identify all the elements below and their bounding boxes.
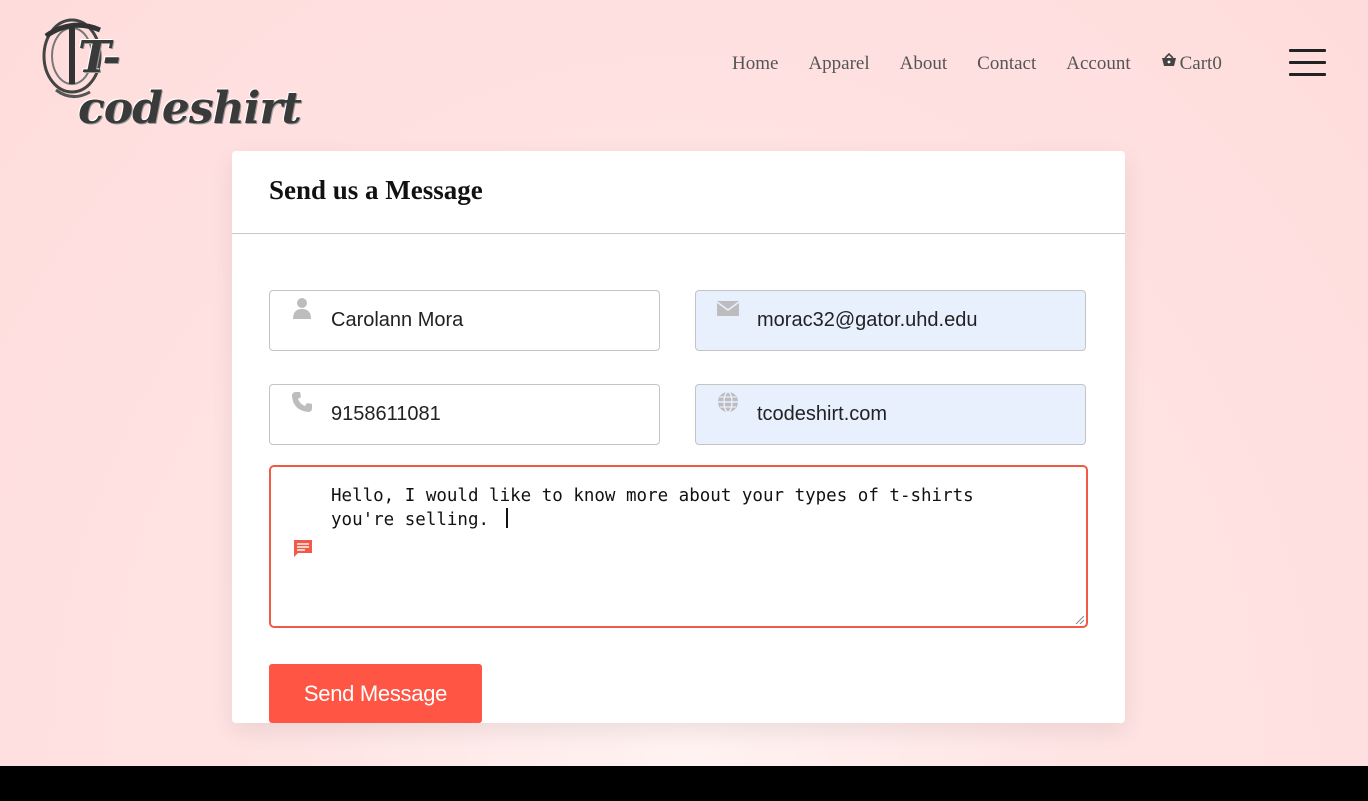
main-nav: Home Apparel About Contact Account Cart0 [732,52,1222,76]
logo-text: T-codeshirt [78,32,302,134]
nav-cart[interactable]: Cart0 [1161,52,1222,76]
globe-icon [718,391,738,413]
bottom-bar [0,766,1368,801]
message-textarea[interactable]: Hello, I would like to know more about y… [269,465,1088,628]
message-icon [294,540,312,557]
contact-form-card: Send us a Message Carolann Mora morac32@… [232,151,1125,723]
user-icon [293,298,311,319]
hamburger-icon[interactable] [1289,49,1326,77]
divider [232,233,1125,234]
message-text-wrap: Hello, I would like to know more about y… [331,485,1031,532]
phone-field[interactable]: 9158611081 [269,384,660,445]
page: T-codeshirt Home Apparel About Contact A… [0,0,1368,766]
resize-handle-icon[interactable] [1074,614,1084,624]
message-value: Hello, I would like to know more about y… [331,486,974,530]
send-message-button[interactable]: Send Message [269,664,482,723]
nav-contact[interactable]: Contact [977,52,1036,76]
website-field[interactable]: tcodeshirt.com [695,384,1086,445]
email-value: morac32@gator.uhd.edu [757,309,978,331]
nav-account[interactable]: Account [1066,52,1130,76]
basket-icon [1161,53,1176,66]
text-caret [505,508,508,528]
nav-home[interactable]: Home [732,52,778,76]
logo[interactable]: T-codeshirt [38,10,308,134]
cart-label: Cart0 [1179,53,1222,74]
name-field[interactable]: Carolann Mora [269,290,660,351]
form-title: Send us a Message [269,175,483,205]
envelope-icon [717,301,739,316]
phone-icon [292,392,312,412]
phone-value: 9158611081 [331,403,441,425]
website-value: tcodeshirt.com [757,403,888,425]
nav-apparel[interactable]: Apparel [808,52,869,76]
name-value: Carolann Mora [331,309,464,331]
email-field[interactable]: morac32@gator.uhd.edu [695,290,1086,351]
nav-about[interactable]: About [900,52,948,76]
